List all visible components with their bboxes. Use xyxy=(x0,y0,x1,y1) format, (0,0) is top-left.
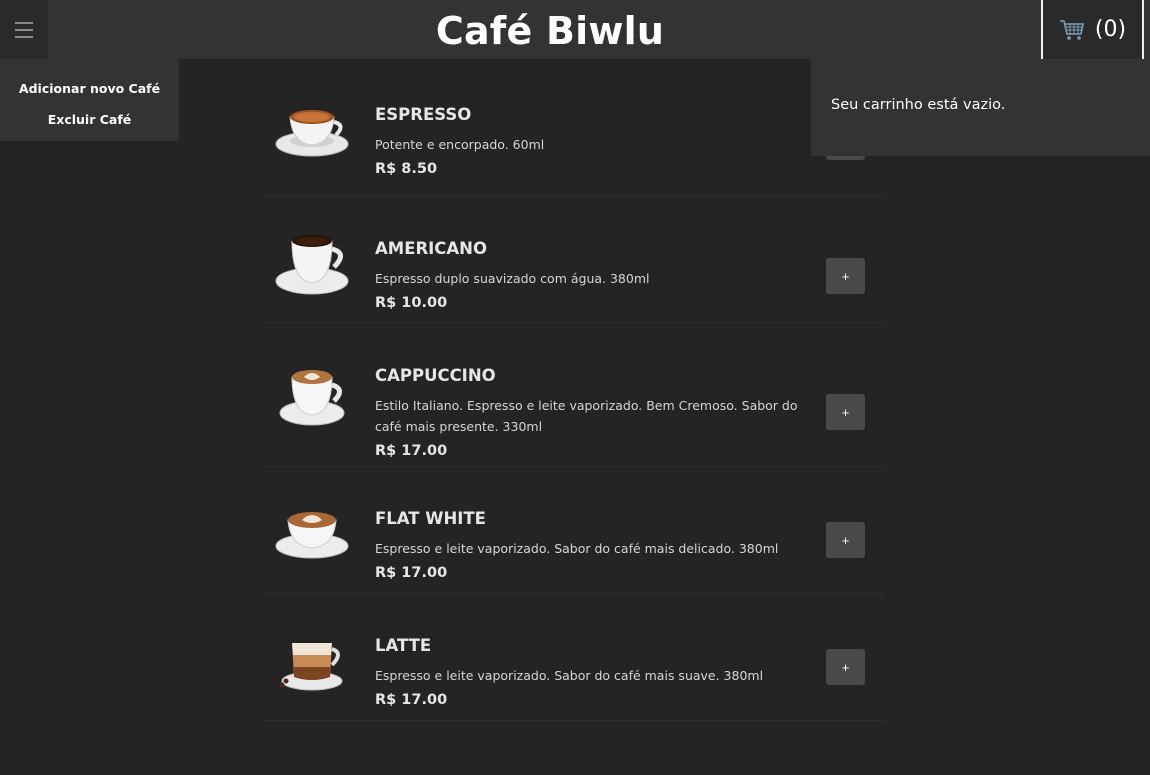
menu-item-add-coffee[interactable]: Adicionar novo Café xyxy=(0,73,179,104)
product-row: ESPRESSO Potente e encorpado. 60ml R$ 8.… xyxy=(264,62,885,196)
product-description: Espresso duplo suavizado com água. 380ml xyxy=(375,271,650,286)
page-title: Café Biwlu xyxy=(435,9,665,53)
product-description: Espresso e leite vaporizado. Sabor do ca… xyxy=(375,668,764,683)
flat-white-cup-image xyxy=(275,512,349,559)
add-to-cart-button[interactable]: + xyxy=(826,649,865,685)
add-to-cart-button[interactable]: + xyxy=(826,394,865,430)
product-description: Espresso e leite vaporizado. Sabor do ca… xyxy=(375,541,779,556)
product-name: AMERICANO xyxy=(375,239,488,258)
shopping-cart-icon xyxy=(1059,19,1084,40)
product-info: CAPPUCCINO Estilo Italiano. Espresso e l… xyxy=(375,365,820,459)
product-price: R$ 17.00 xyxy=(375,692,448,708)
cart-panel: Seu carrinho está vazio. xyxy=(811,59,1150,156)
product-info: FLAT WHITE Espresso e leite vaporizado. … xyxy=(375,508,820,581)
product-name: ESPRESSO xyxy=(375,105,472,124)
cappuccino-cup-image xyxy=(279,370,345,426)
product-row: FLAT WHITE Espresso e leite vaporizado. … xyxy=(264,467,885,594)
product-row: AMERICANO Espresso duplo suavizado com á… xyxy=(264,196,885,323)
product-row: CAPPUCCINO Estilo Italiano. Espresso e l… xyxy=(264,323,885,467)
latte-glass-image xyxy=(279,643,343,691)
product-info: ESPRESSO Potente e encorpado. 60ml R$ 8.… xyxy=(375,104,820,177)
product-price: R$ 10.00 xyxy=(375,295,448,311)
menu-dropdown: Adicionar novo Café Excluir Café xyxy=(0,59,179,141)
product-name: FLAT WHITE xyxy=(375,509,486,528)
top-bar: Café Biwlu (0) xyxy=(0,0,1150,59)
americano-cup-image xyxy=(275,235,349,295)
product-description: Potente e encorpado. 60ml xyxy=(375,137,545,152)
product-name: CAPPUCCINO xyxy=(375,366,496,385)
product-description: Estilo Italiano. Espresso e leite vapori… xyxy=(375,398,798,434)
product-list: ESPRESSO Potente e encorpado. 60ml R$ 8.… xyxy=(264,62,885,721)
espresso-cup-image xyxy=(275,110,349,157)
product-name: LATTE xyxy=(375,636,432,655)
cart-empty-message: Seu carrinho está vazio. xyxy=(831,97,1006,113)
menu-item-delete-coffee[interactable]: Excluir Café xyxy=(0,104,179,135)
add-to-cart-button[interactable]: + xyxy=(826,522,865,558)
product-price: R$ 8.50 xyxy=(375,161,438,177)
product-price: R$ 17.00 xyxy=(375,565,448,581)
cart-count: (0) xyxy=(1094,17,1127,42)
cart-button[interactable]: (0) xyxy=(1041,0,1144,59)
product-info: LATTE Espresso e leite vaporizado. Sabor… xyxy=(375,635,820,708)
product-row: LATTE Espresso e leite vaporizado. Sabor… xyxy=(264,594,885,721)
product-info: AMERICANO Espresso duplo suavizado com á… xyxy=(375,238,820,311)
add-to-cart-button[interactable]: + xyxy=(826,258,865,294)
product-price: R$ 17.00 xyxy=(375,443,448,459)
